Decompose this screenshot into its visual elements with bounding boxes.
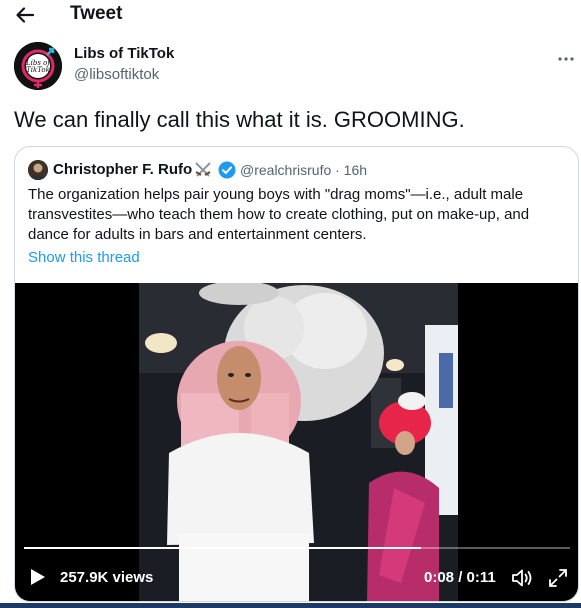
quoted-avatar (28, 160, 48, 180)
page-title: Tweet (70, 3, 123, 24)
verified-badge-icon (218, 161, 236, 179)
back-button[interactable] (14, 4, 38, 26)
quoted-tweet-text: The organization helps pair young boys w… (28, 186, 530, 243)
more-options-button[interactable] (556, 51, 576, 61)
show-thread-link[interactable]: Show this thread (28, 249, 140, 266)
fullscreen-button[interactable] (548, 568, 568, 588)
volume-icon (512, 569, 532, 587)
video-progress-bar[interactable] (24, 547, 570, 549)
tweet-author: Libs of TikTok Libs of TikTok @libsoftik… (14, 41, 574, 93)
video-player[interactable]: 257.9K views 0:08 / 0:11 (15, 283, 578, 601)
view-count: 257.9K views (60, 569, 154, 586)
author-name[interactable]: Libs of TikTok (74, 45, 174, 62)
crossed-swords-icon (193, 161, 213, 179)
logo-text-line-2: TikTok (26, 66, 50, 74)
quoted-tweet-header: Christopher F. Rufo @realchrisrufo · 16h (28, 160, 568, 180)
tweet-text: We can finally call this what it is. GRO… (14, 107, 465, 132)
tweet-header: Tweet (0, 0, 581, 32)
quoted-avatar-image (28, 160, 48, 180)
quoted-tweet[interactable]: Christopher F. Rufo @realchrisrufo · 16h… (14, 146, 579, 602)
video-progress-fill (24, 547, 421, 549)
arrow-left-icon (16, 7, 35, 23)
libs-of-tiktok-logo: Libs of TikTok (14, 42, 62, 90)
fullscreen-icon (549, 569, 567, 587)
video-frame (139, 283, 458, 601)
bottom-edge-bar (0, 603, 581, 608)
play-icon (31, 569, 45, 585)
volume-button[interactable] (511, 568, 533, 588)
ellipsis-icon (558, 57, 574, 61)
avatar[interactable]: Libs of TikTok (14, 42, 62, 90)
video-time: 0:08 / 0:11 (424, 569, 496, 586)
quoted-author-name: Christopher F. Rufo (53, 161, 193, 178)
author-handle[interactable]: @libsoftiktok (74, 66, 159, 83)
play-button[interactable] (29, 567, 47, 587)
quoted-handle-time: @realchrisrufo · 16h (240, 162, 368, 178)
